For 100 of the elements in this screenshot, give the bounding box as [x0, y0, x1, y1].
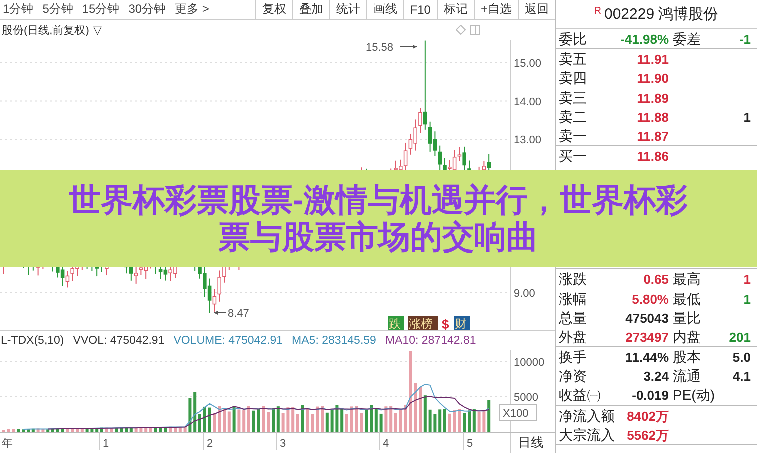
- volume-bar: [100, 428, 104, 432]
- volume-bar: [22, 430, 26, 432]
- volume-bar: [458, 409, 462, 432]
- indicator-value: VOLUME: 475042.91: [174, 334, 284, 346]
- volume-bar: [218, 406, 222, 432]
- volume-bar: [468, 410, 471, 432]
- field-label: 委差: [672, 30, 702, 49]
- volume-bar: [488, 400, 491, 432]
- volume-bar: [150, 427, 152, 432]
- chart-title: 股份(日线,前复权): [2, 24, 90, 38]
- volume-bar: [86, 428, 89, 432]
- volume-bar: [472, 409, 476, 432]
- volume-bar: [115, 428, 118, 432]
- date-label: 年: [2, 438, 13, 450]
- field-label: 卖五: [559, 50, 588, 70]
- period-tab[interactable]: 30分钟: [128, 1, 166, 18]
- indicator-value: VVOL: 475042.91: [73, 334, 165, 346]
- volume-bar: [384, 406, 388, 432]
- volume-bar: [120, 428, 124, 432]
- volume-bar: [198, 414, 202, 432]
- field-label: 股本: [672, 348, 702, 368]
- field-label: 最低: [672, 290, 702, 308]
- volume-bar: [61, 428, 64, 432]
- indicator-value: MA10: 287142.81: [385, 334, 476, 346]
- date-label: 2: [207, 438, 214, 450]
- field-value: 8402万: [626, 408, 669, 426]
- field-label: 量比: [672, 308, 702, 328]
- field-label: 涨跌: [559, 270, 588, 290]
- field-value: -41.98%: [620, 31, 669, 49]
- volume-bar: [340, 408, 344, 432]
- field-label: 净资: [559, 367, 588, 386]
- period-label: 日线: [518, 435, 544, 450]
- tag-badge[interactable]: 财: [454, 316, 470, 330]
- volume-bar: [184, 426, 187, 432]
- field-label: 收益㈠: [559, 386, 599, 406]
- field-value: -1: [738, 31, 751, 49]
- chart-menu-toggle[interactable]: ▽: [93, 24, 102, 36]
- period-tab[interactable]: 5分钟: [42, 1, 74, 18]
- volume-bar: [301, 405, 304, 432]
- volume-bar: [154, 428, 158, 432]
- field-value: 0.65: [642, 271, 669, 290]
- volume-bar: [110, 428, 114, 432]
- dollar-mark[interactable]: $: [442, 317, 450, 330]
- field-value: 1: [742, 271, 751, 290]
- field-value: 1: [742, 108, 751, 127]
- volume-bar: [52, 428, 54, 432]
- field-label: 卖一: [559, 126, 588, 146]
- field-value: 5562万: [626, 426, 669, 445]
- volume-bar: [71, 428, 74, 432]
- volume-bar: [326, 412, 329, 432]
- volume-bar: [321, 406, 324, 432]
- volume-bar: [272, 408, 275, 432]
- volume-bar: [174, 427, 177, 432]
- period-tab[interactable]: 1分钟: [3, 1, 34, 18]
- period-tab[interactable]: 15分钟: [82, 1, 120, 18]
- volume-bar: [453, 410, 456, 432]
- volume-bar: [164, 427, 168, 432]
- volume-bar: [223, 408, 226, 432]
- volume-bar: [296, 414, 300, 432]
- field-value: -0.019: [631, 387, 669, 406]
- field-value: 11.44%: [624, 349, 669, 368]
- panel-icon[interactable]: [470, 25, 480, 35]
- volume-bar: [404, 405, 408, 432]
- volume-bar: [336, 405, 339, 432]
- leader-line: [400, 45, 418, 49]
- field-label: 总量: [559, 308, 588, 328]
- volume-bar: [262, 406, 266, 432]
- tag-badge[interactable]: 涨榜: [408, 316, 438, 330]
- date-label: 5: [467, 438, 474, 450]
- price-axis-label: 13.00: [514, 134, 542, 147]
- volume-bar: [32, 428, 35, 432]
- field-label: 大宗流入: [559, 426, 616, 445]
- field-value: 11.87: [636, 128, 669, 146]
- diamond-icon[interactable]: [456, 25, 466, 35]
- volume-bar: [399, 410, 402, 432]
- volume-bar: [444, 410, 446, 432]
- volume-bar: [448, 414, 452, 432]
- volume-bar: [424, 396, 427, 432]
- leader-line: [214, 311, 226, 315]
- volume-bar: [90, 428, 94, 432]
- volume-bar: [419, 387, 422, 432]
- volume-bar: [252, 410, 256, 432]
- field-label: PE(动): [672, 386, 716, 406]
- volume-bar: [169, 426, 172, 432]
- field-label: 内盘: [672, 328, 702, 347]
- price-axis-label: 9.00: [514, 288, 536, 300]
- volume-bar: [276, 406, 280, 432]
- volume-bar: [257, 409, 260, 432]
- more-link[interactable]: 更多 >: [175, 1, 210, 18]
- high-price-label: 15.58: [366, 42, 394, 54]
- volume-bar: [80, 428, 84, 432]
- volume-bar: [380, 414, 383, 432]
- field-label: 净流入额: [559, 406, 616, 426]
- volume-bar: [27, 430, 30, 432]
- field-label: 换手: [559, 348, 588, 368]
- volume-bar: [286, 408, 290, 432]
- volume-bar: [374, 409, 378, 432]
- field-value: 1: [742, 290, 751, 308]
- field-value: 475043: [624, 310, 669, 328]
- volume-bar: [140, 428, 143, 432]
